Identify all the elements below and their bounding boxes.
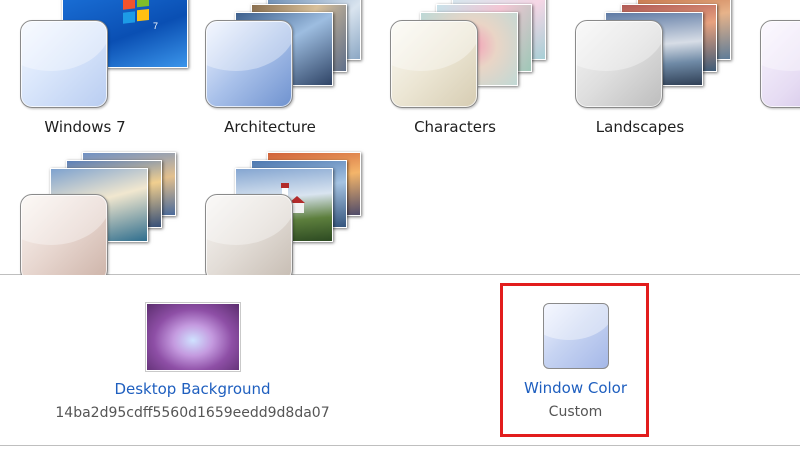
window-color-swatch: [20, 194, 108, 282]
window-color-swatch: [205, 20, 293, 108]
theme-characters[interactable]: Characters: [370, 0, 546, 136]
window-color-swatch: [575, 20, 663, 108]
theme-label: Architecture: [224, 118, 316, 136]
window-color-swatch: [205, 194, 293, 282]
highlight-box: [500, 283, 649, 437]
theme-item[interactable]: [740, 0, 800, 130]
desktop-background-value: 14ba2d95cdff5560d1659eedd9d8da07: [55, 405, 330, 421]
theme-windows-7[interactable]: 7 Windows 7: [0, 0, 188, 136]
theme-landscapes[interactable]: Landscapes: [555, 0, 731, 136]
svg-text:7: 7: [153, 21, 158, 31]
desktop-background-link[interactable]: Desktop Background: [50, 380, 335, 398]
theme-gallery: 7 Windows 7 Architecture Characters Land…: [0, 0, 800, 282]
theme-label: Characters: [414, 118, 496, 136]
divider: [0, 445, 800, 446]
window-color-swatch: [760, 20, 800, 108]
desktop-background-thumbnail: [145, 303, 240, 371]
theme-label: Landscapes: [595, 118, 685, 136]
window-color-swatch: [20, 20, 108, 108]
desktop-background-setting[interactable]: Desktop Background 14ba2d95cdff5560d1659…: [50, 303, 335, 421]
theme-item[interactable]: [0, 152, 176, 282]
theme-architecture[interactable]: Architecture: [185, 0, 361, 136]
window-color-swatch: [390, 20, 478, 108]
theme-label: Windows 7: [44, 118, 126, 136]
theme-item[interactable]: [185, 152, 361, 282]
